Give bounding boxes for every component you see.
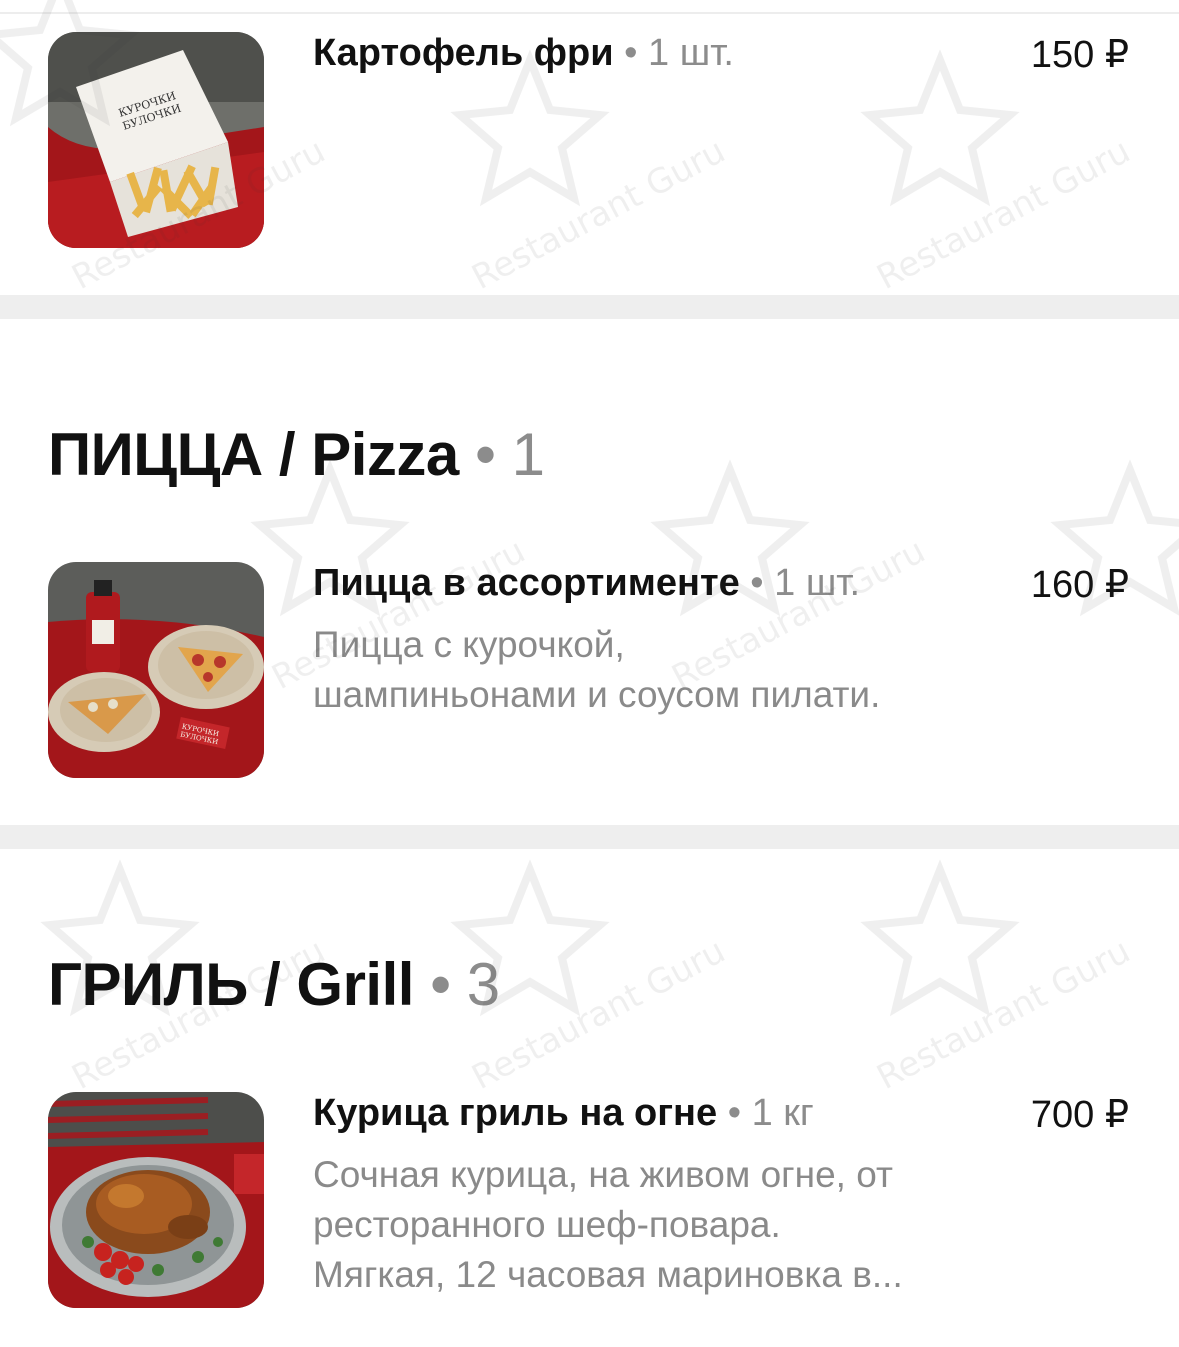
- item-quantity: • 1 шт.: [613, 32, 734, 74]
- item-description: Сочная курица, на живом огне, от рестора…: [313, 1154, 903, 1295]
- top-divider: [0, 12, 1179, 14]
- grill-chicken-thumbnail[interactable]: [48, 1092, 264, 1308]
- section-divider: [0, 825, 1179, 849]
- item-description: Пицца с курочкой, шампиньонами и соусом …: [313, 624, 881, 715]
- watermark-text: Restaurant Guru: [870, 131, 1136, 298]
- item-name: Картофель фри: [313, 32, 614, 74]
- item-price: 150 ₽: [1030, 34, 1129, 76]
- item-title: Пицца в ассортименте • 1 шт.: [313, 562, 860, 605]
- item-title: Картофель фри • 1 шт.: [313, 32, 734, 75]
- item-price: 700 ₽: [1030, 1094, 1129, 1136]
- section-count: • 1: [458, 421, 545, 488]
- menu-page: КУРОЧКИ БУЛОЧКИ Картофель фри • 1 шт. 15…: [0, 0, 1179, 1347]
- section-divider: [0, 295, 1179, 319]
- watermark-text: Restaurant Guru: [465, 131, 731, 298]
- item-name: Курица гриль на огне: [313, 1092, 718, 1134]
- section-count: • 3: [413, 951, 500, 1018]
- item-name: Пицца в ассортименте: [313, 562, 740, 604]
- pizza-thumbnail[interactable]: КУРОЧКИ БУЛОЧКИ: [48, 562, 264, 778]
- section-title-pizza: ПИЦЦА / Pizza • 1: [48, 421, 545, 488]
- watermark-text: Restaurant Guru: [465, 931, 731, 1098]
- item-quantity: • 1 кг: [717, 1092, 814, 1134]
- item-price: 160 ₽: [1030, 564, 1129, 606]
- fries-thumbnail[interactable]: КУРОЧКИ БУЛОЧКИ: [48, 32, 264, 248]
- watermark-text: Restaurant Guru: [870, 931, 1136, 1098]
- item-quantity: • 1 шт.: [739, 562, 861, 604]
- item-title: Курица гриль на огне • 1 кг: [313, 1092, 814, 1135]
- section-title-grill: ГРИЛЬ / Grill • 3: [48, 951, 500, 1018]
